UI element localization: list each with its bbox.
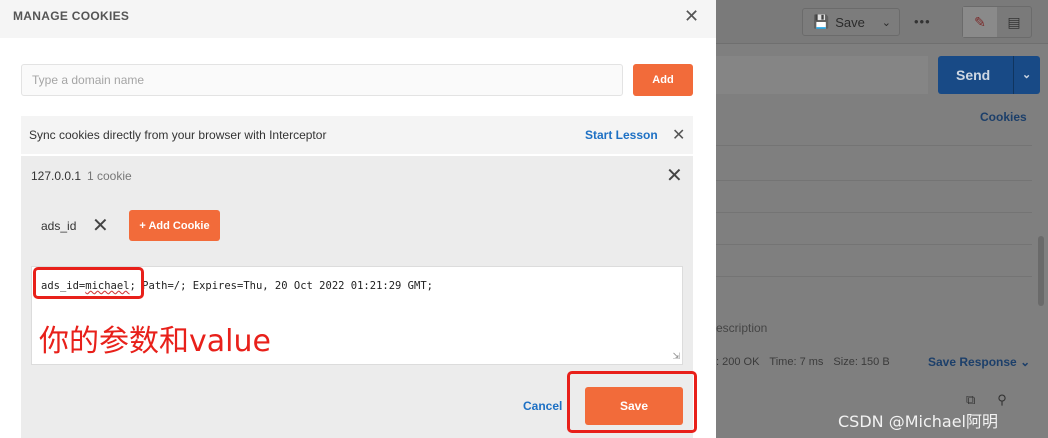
- annotation-box-save: [567, 371, 697, 433]
- bg-row-divider: [716, 276, 1032, 277]
- close-icon[interactable]: ✕: [672, 125, 685, 145]
- bg-response-icons: ⧉ ⚲: [966, 392, 1007, 408]
- bg-cookies-link[interactable]: Cookies: [980, 110, 1027, 124]
- chevron-down-icon[interactable]: ⌄: [1022, 68, 1031, 81]
- bg-view-toggle[interactable]: ✎ ▤: [962, 6, 1032, 38]
- copy-icon[interactable]: ⧉: [966, 392, 975, 408]
- start-lesson-link[interactable]: Start Lesson: [585, 128, 658, 142]
- modal-header: MANAGE COOKIES ✕: [0, 0, 716, 38]
- bg-toolbar: 💾 Save ⌄ ••• ✎ ▤: [716, 0, 1048, 44]
- bg-row-divider: [716, 145, 1032, 146]
- manage-cookies-modal: MANAGE COOKIES ✕ Add Sync cookies direct…: [0, 0, 716, 438]
- modal-title: MANAGE COOKIES: [13, 9, 130, 23]
- bg-row-divider: [716, 244, 1032, 245]
- bg-save-label: Save: [835, 14, 865, 30]
- close-icon[interactable]: ✕: [92, 213, 109, 238]
- bg-row-divider: [716, 180, 1032, 181]
- domain-input[interactable]: [21, 64, 623, 96]
- pencil-icon[interactable]: ✎: [963, 7, 997, 37]
- background-app: 💾 Save ⌄ ••• ✎ ▤ Send ⌄ Cookies escripti…: [716, 0, 1048, 438]
- cookie-suffix: ; Path=/; Expires=Thu, 20 Oct 2022 01:21…: [129, 280, 433, 292]
- close-icon[interactable]: ✕: [666, 163, 683, 188]
- search-icon[interactable]: ⚲: [997, 392, 1007, 408]
- bg-send-button[interactable]: Send ⌄: [938, 56, 1040, 94]
- domain-name: 127.0.0.1: [31, 169, 82, 183]
- close-icon[interactable]: ✕: [684, 6, 699, 27]
- resize-handle-icon[interactable]: ⇲: [672, 351, 680, 362]
- chevron-down-icon: ⌄: [881, 16, 891, 29]
- bg-size: Size: 150 B: [833, 356, 890, 368]
- bg-scrollbar[interactable]: [1038, 236, 1044, 306]
- interceptor-text: Sync cookies directly from your browser …: [29, 128, 327, 142]
- bg-time: Time: 7 ms: [769, 356, 824, 368]
- add-cookie-button[interactable]: + Add Cookie: [129, 210, 220, 241]
- interceptor-banner: Sync cookies directly from your browser …: [21, 116, 693, 154]
- chevron-down-icon: ⌄: [1020, 355, 1031, 369]
- bg-url-field[interactable]: [716, 56, 928, 94]
- add-domain-button[interactable]: Add: [633, 64, 693, 96]
- bg-send-label: Send: [956, 67, 991, 83]
- cancel-button[interactable]: Cancel: [523, 399, 562, 413]
- bg-response-status: : 200 OK Time: 7 ms Size: 150 B: [716, 356, 890, 368]
- bg-save-response-label: Save Response: [928, 355, 1017, 369]
- annotation-text: 你的参数和value: [39, 324, 271, 359]
- watermark: CSDN @Michael阿明: [838, 412, 998, 431]
- floppy-icon: 💾: [813, 14, 830, 29]
- comment-icon[interactable]: ▤: [997, 7, 1031, 37]
- bg-save-button[interactable]: 💾 Save ⌄: [802, 8, 900, 36]
- bg-status-code: : 200 OK: [716, 356, 760, 368]
- bg-save-response[interactable]: Save Response ⌄: [928, 355, 1030, 369]
- more-icon[interactable]: •••: [914, 14, 931, 29]
- bg-description-header: escription: [716, 321, 768, 335]
- annotation-box-cookie: [33, 267, 144, 299]
- bg-send-divider: [1013, 56, 1014, 94]
- cookie-count: 1 cookie: [87, 169, 132, 183]
- cookie-chip[interactable]: ads_id: [41, 219, 76, 233]
- bg-row-divider: [716, 212, 1032, 213]
